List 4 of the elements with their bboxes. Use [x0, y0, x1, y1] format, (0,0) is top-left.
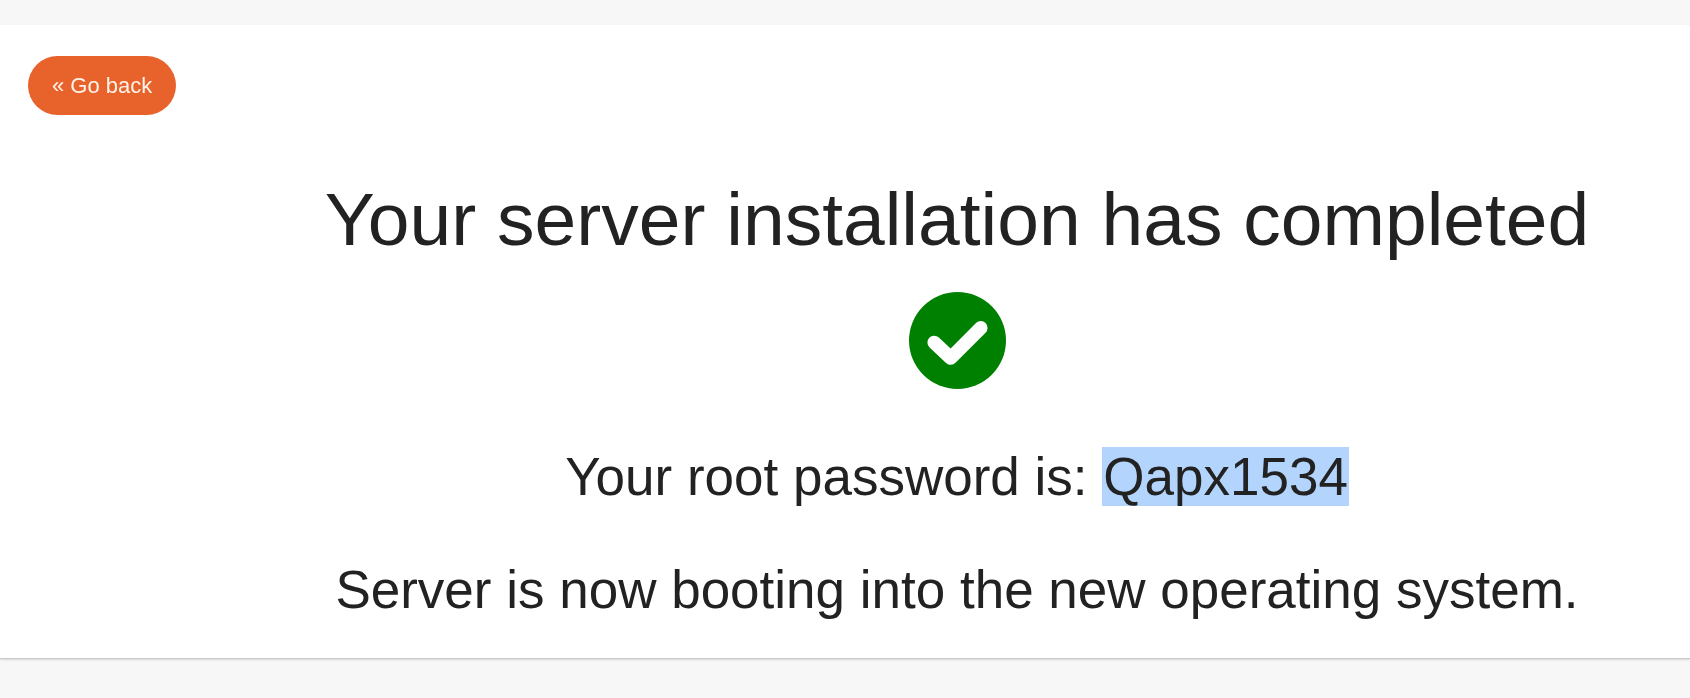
go-back-button[interactable]: « Go back	[28, 56, 177, 115]
password-label: Your root password is:	[565, 447, 1088, 506]
check-circle-icon	[908, 292, 1006, 389]
password-value: Qapx1534	[1102, 447, 1349, 506]
